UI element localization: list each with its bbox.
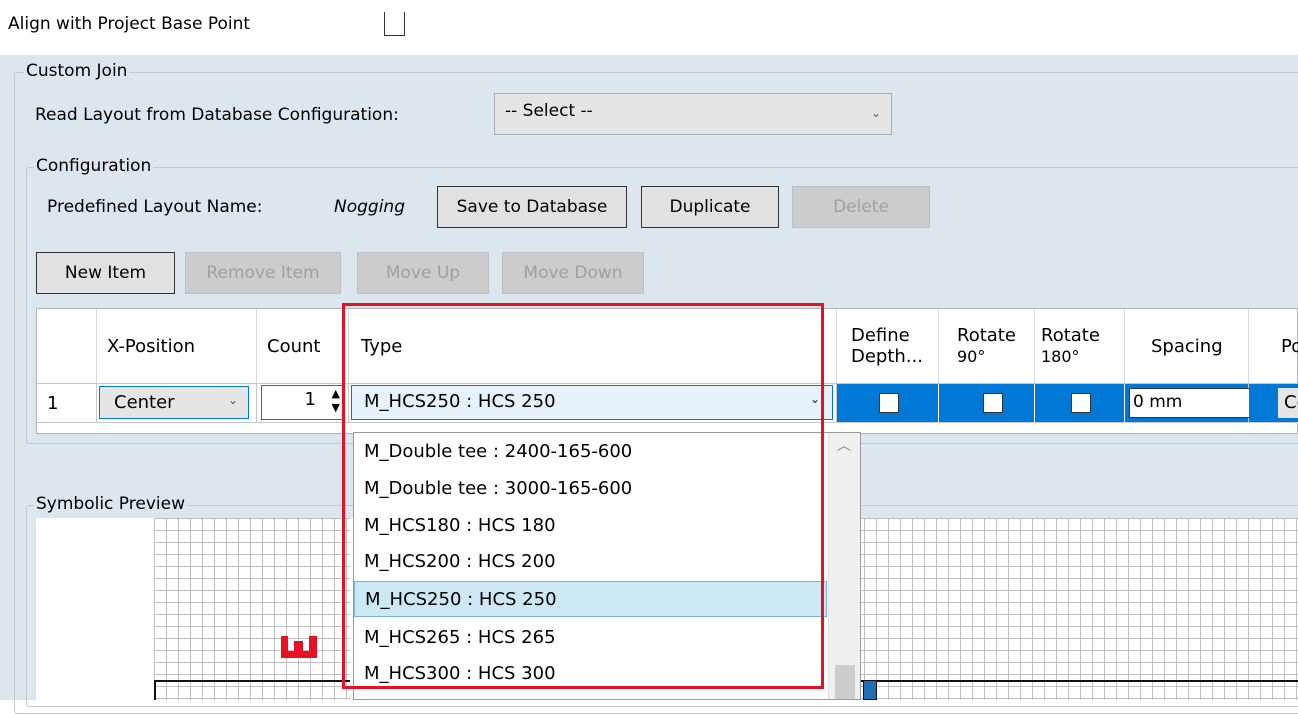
- type-option[interactable]: M_Double tee : 3000-165-600: [354, 470, 827, 506]
- align-project-base-point-label: Align with Project Base Point: [8, 14, 251, 34]
- define-depth-checkbox[interactable]: [879, 393, 899, 413]
- preview-outline-line-right: [858, 680, 1298, 682]
- count-cell[interactable]: 1 ▲ ▼: [257, 384, 349, 422]
- define-depth-cell[interactable]: [837, 384, 939, 422]
- header-rotate-180-line1: Rotate: [1041, 325, 1100, 346]
- type-option[interactable]: M_HCS265 : HCS 265: [354, 619, 827, 655]
- header-x-position[interactable]: X-Position: [97, 309, 257, 383]
- type-value: M_HCS250 : HCS 250: [364, 391, 556, 412]
- grid-header-corner: [37, 309, 97, 383]
- remove-item-button[interactable]: Remove Item: [185, 252, 341, 294]
- preview-blue-marker: [863, 680, 877, 700]
- new-item-button[interactable]: New Item: [36, 252, 175, 294]
- header-rotate-90-line1: Rotate: [957, 325, 1016, 346]
- preview-grid-left: [154, 518, 350, 700]
- move-down-button[interactable]: Move Down: [502, 252, 644, 294]
- header-spacing[interactable]: Spacing: [1125, 309, 1249, 383]
- position-select[interactable]: Ce: [1277, 387, 1298, 419]
- read-layout-label: Read Layout from Database Configuration:: [35, 105, 399, 125]
- header-define-depth[interactable]: Define Depth...: [837, 309, 939, 383]
- position-value: Ce: [1284, 392, 1298, 413]
- type-dropdown-list[interactable]: M_Double tee : 2400-165-600 M_Double tee…: [353, 432, 861, 700]
- rotate-180-cell[interactable]: [1035, 384, 1125, 422]
- layout-select-value: -- Select --: [505, 101, 593, 121]
- type-option[interactable]: M_HCS300 : HCS 300: [354, 655, 827, 691]
- row-index: 1: [37, 384, 97, 422]
- count-value: 1: [304, 389, 316, 410]
- type-cell[interactable]: M_HCS250 : HCS 250 ⌄: [349, 384, 837, 422]
- chevron-down-icon: ⌄: [227, 393, 238, 407]
- symbolic-preview-title: Symbolic Preview: [34, 494, 187, 514]
- scroll-up-icon[interactable]: ︿: [837, 435, 851, 455]
- predefined-layout-label: Predefined Layout Name:: [47, 197, 263, 217]
- spacing-value: 0 mm: [1133, 392, 1183, 412]
- scrollbar-thumb[interactable]: [835, 665, 855, 699]
- save-to-database-button[interactable]: Save to Database: [437, 186, 627, 228]
- x-position-select[interactable]: Center ⌄: [99, 386, 249, 419]
- x-position-value: Center: [114, 392, 175, 413]
- layout-select[interactable]: -- Select -- ⌄: [494, 93, 892, 135]
- stepper-down-icon[interactable]: ▼: [332, 401, 340, 415]
- x-position-cell[interactable]: Center ⌄: [97, 384, 257, 422]
- chevron-down-icon: ⌄: [809, 392, 820, 406]
- header-define-depth-line1: Define: [851, 325, 910, 346]
- move-up-button[interactable]: Move Up: [357, 252, 489, 294]
- position-cell[interactable]: Ce: [1249, 384, 1298, 422]
- delete-button[interactable]: Delete: [792, 186, 930, 228]
- rotate-180-checkbox[interactable]: [1071, 393, 1091, 413]
- count-stepper[interactable]: 1 ▲ ▼: [261, 385, 345, 420]
- align-project-base-point-checkbox[interactable]: [384, 12, 405, 36]
- stepper-up-icon[interactable]: ▲: [332, 387, 340, 401]
- custom-join-title: Custom Join: [24, 61, 130, 81]
- duplicate-button[interactable]: Duplicate: [641, 186, 779, 228]
- header-count[interactable]: Count: [257, 309, 349, 383]
- header-rotate-180-line2: 180°: [1041, 347, 1080, 366]
- type-option[interactable]: M_HCS200 : HCS 200: [354, 543, 827, 579]
- table-row[interactable]: 1 Center ⌄ 1 ▲ ▼ M_HCS250 : HCS 250 ⌄ 0 …: [37, 383, 1298, 423]
- type-option[interactable]: M_HCS180 : HCS 180: [354, 507, 827, 543]
- preview-outline-line: [154, 680, 350, 682]
- items-grid: X-Position Count Type Define Depth... Ro…: [36, 308, 1298, 434]
- preview-grid-right: [828, 518, 1298, 700]
- header-rotate-180[interactable]: Rotate 180°: [1035, 309, 1125, 383]
- preview-outline-left-edge: [154, 680, 156, 700]
- rotate-90-cell[interactable]: [939, 384, 1035, 422]
- header-rotate-90[interactable]: Rotate 90°: [939, 309, 1035, 383]
- red-symbol-icon: [281, 636, 317, 658]
- configuration-title: Configuration: [34, 156, 154, 176]
- type-option-selected[interactable]: M_HCS250 : HCS 250: [354, 581, 827, 617]
- chevron-down-icon: ⌄: [870, 106, 881, 120]
- header-rotate-90-line2: 90°: [957, 347, 986, 366]
- spacing-cell[interactable]: 0 mm: [1125, 384, 1255, 422]
- header-position-partial[interactable]: Po: [1249, 309, 1298, 383]
- spacing-input[interactable]: 0 mm: [1129, 388, 1255, 418]
- type-option[interactable]: M_Double tee : 2400-165-600: [354, 433, 827, 469]
- dropdown-scrollbar[interactable]: ︿: [828, 433, 860, 699]
- header-define-depth-line2: Depth...: [851, 346, 923, 367]
- rotate-90-checkbox[interactable]: [983, 393, 1003, 413]
- header-type[interactable]: Type: [349, 309, 837, 383]
- type-select[interactable]: M_HCS250 : HCS 250 ⌄: [351, 385, 833, 420]
- predefined-layout-value: Nogging: [334, 197, 405, 217]
